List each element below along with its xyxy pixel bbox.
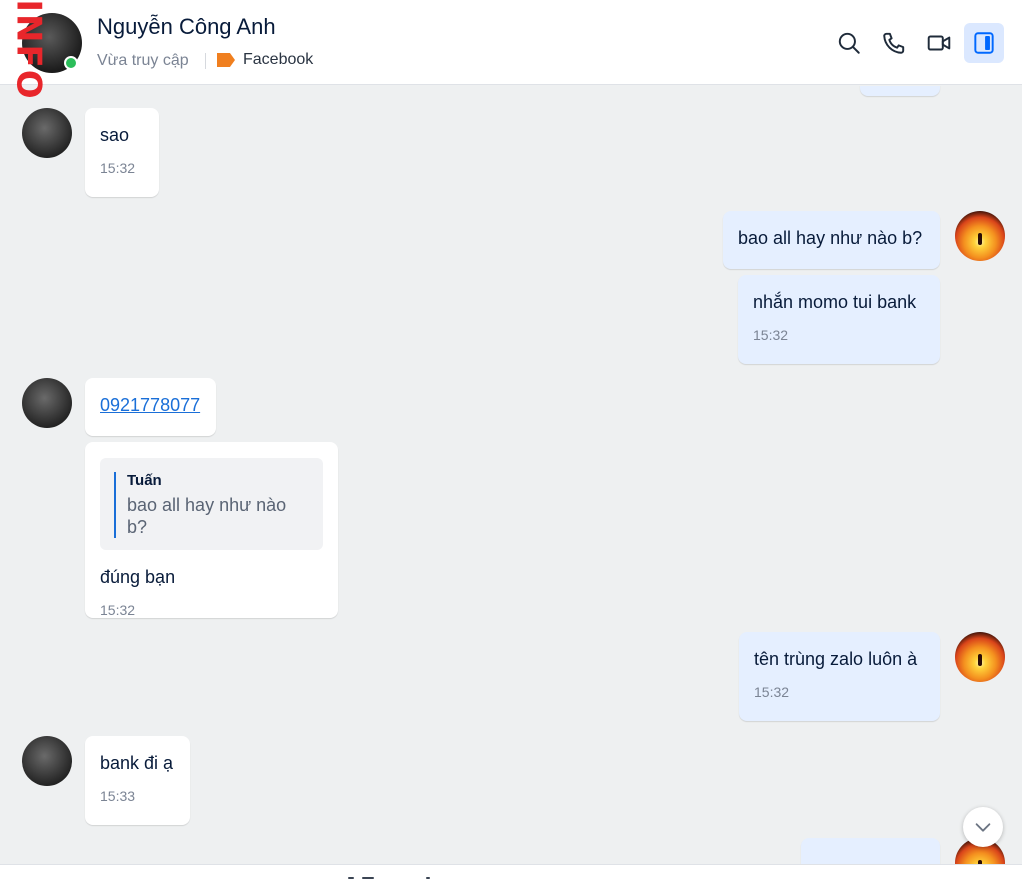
composer-area[interactable]: [0, 864, 1022, 881]
toggle-info-panel-button[interactable]: [964, 23, 1004, 63]
tag-icon: [217, 53, 235, 67]
chevron-down-icon: [975, 823, 991, 832]
message-text: nhắn momo tui bank: [753, 292, 917, 312]
message-bubble[interactable]: sao 15:32: [85, 108, 159, 197]
quoted-message[interactable]: Tuấn bao all hay như nào b?: [100, 458, 323, 550]
sidebar-toggle-icon: [974, 32, 994, 54]
video-call-icon: [927, 35, 951, 51]
quote-text: bao all hay như nào b?: [127, 495, 287, 537]
my-avatar[interactable]: [955, 211, 1005, 261]
message-time: 15:33: [100, 788, 136, 804]
voice-call-button[interactable]: [874, 23, 914, 63]
message-text: bao all hay như nào b?: [738, 228, 923, 248]
message-bubble-partial: [860, 86, 940, 96]
composer-fragment: [426, 877, 430, 879]
info-watermark: INFO: [9, 0, 50, 101]
my-avatar[interactable]: [955, 632, 1005, 682]
message-list[interactable]: sao 15:32 bao all hay như nào b? nhắn mo…: [0, 86, 1022, 866]
message-text: đúng bạn: [100, 567, 176, 587]
sender-avatar[interactable]: [22, 108, 72, 158]
composer-fragment: [362, 877, 374, 879]
label-tag[interactable]: Facebook: [217, 51, 313, 69]
contact-name[interactable]: Nguyễn Công Anh: [97, 14, 276, 40]
message-bubble[interactable]: tên trùng zalo luôn à 15:32: [739, 632, 940, 721]
phone-number-link[interactable]: 0921778077: [100, 395, 200, 415]
message-text: sao: [100, 125, 130, 145]
message-bubble-partial: [801, 838, 940, 866]
sender-avatar[interactable]: [22, 736, 72, 786]
phone-icon: [883, 32, 905, 54]
message-bubble-reply[interactable]: Tuấn bao all hay như nào b? đúng bạn 15:…: [85, 442, 338, 618]
search-button[interactable]: [829, 23, 869, 63]
message-bubble[interactable]: bao all hay như nào b?: [723, 211, 940, 269]
message-time: 15:32: [100, 160, 136, 176]
message-text: bank đi ạ: [100, 753, 174, 773]
message-text: tên trùng zalo luôn à: [754, 649, 918, 669]
quote-author: Tuấn: [127, 472, 162, 489]
chat-header: INFO Nguyễn Công Anh Vừa truy cập Facebo…: [0, 0, 1022, 101]
scroll-to-bottom-button[interactable]: [963, 807, 1003, 847]
message-time: 15:32: [753, 327, 789, 343]
search-icon: [838, 32, 860, 54]
sender-avatar[interactable]: [22, 378, 72, 428]
message-bubble[interactable]: 0921778077: [85, 378, 216, 436]
composer-fragment: [348, 877, 354, 879]
contact-status: Vừa truy cập: [97, 52, 189, 69]
video-call-button[interactable]: [919, 23, 959, 63]
tag-label: Facebook: [243, 51, 314, 68]
message-time: 15:32: [754, 684, 790, 700]
header-divider: [205, 53, 206, 69]
message-bubble[interactable]: bank đi ạ 15:33: [85, 736, 190, 825]
message-time: 15:32: [100, 602, 136, 618]
online-status-dot: [64, 56, 78, 70]
message-bubble[interactable]: nhắn momo tui bank 15:32: [738, 275, 940, 364]
